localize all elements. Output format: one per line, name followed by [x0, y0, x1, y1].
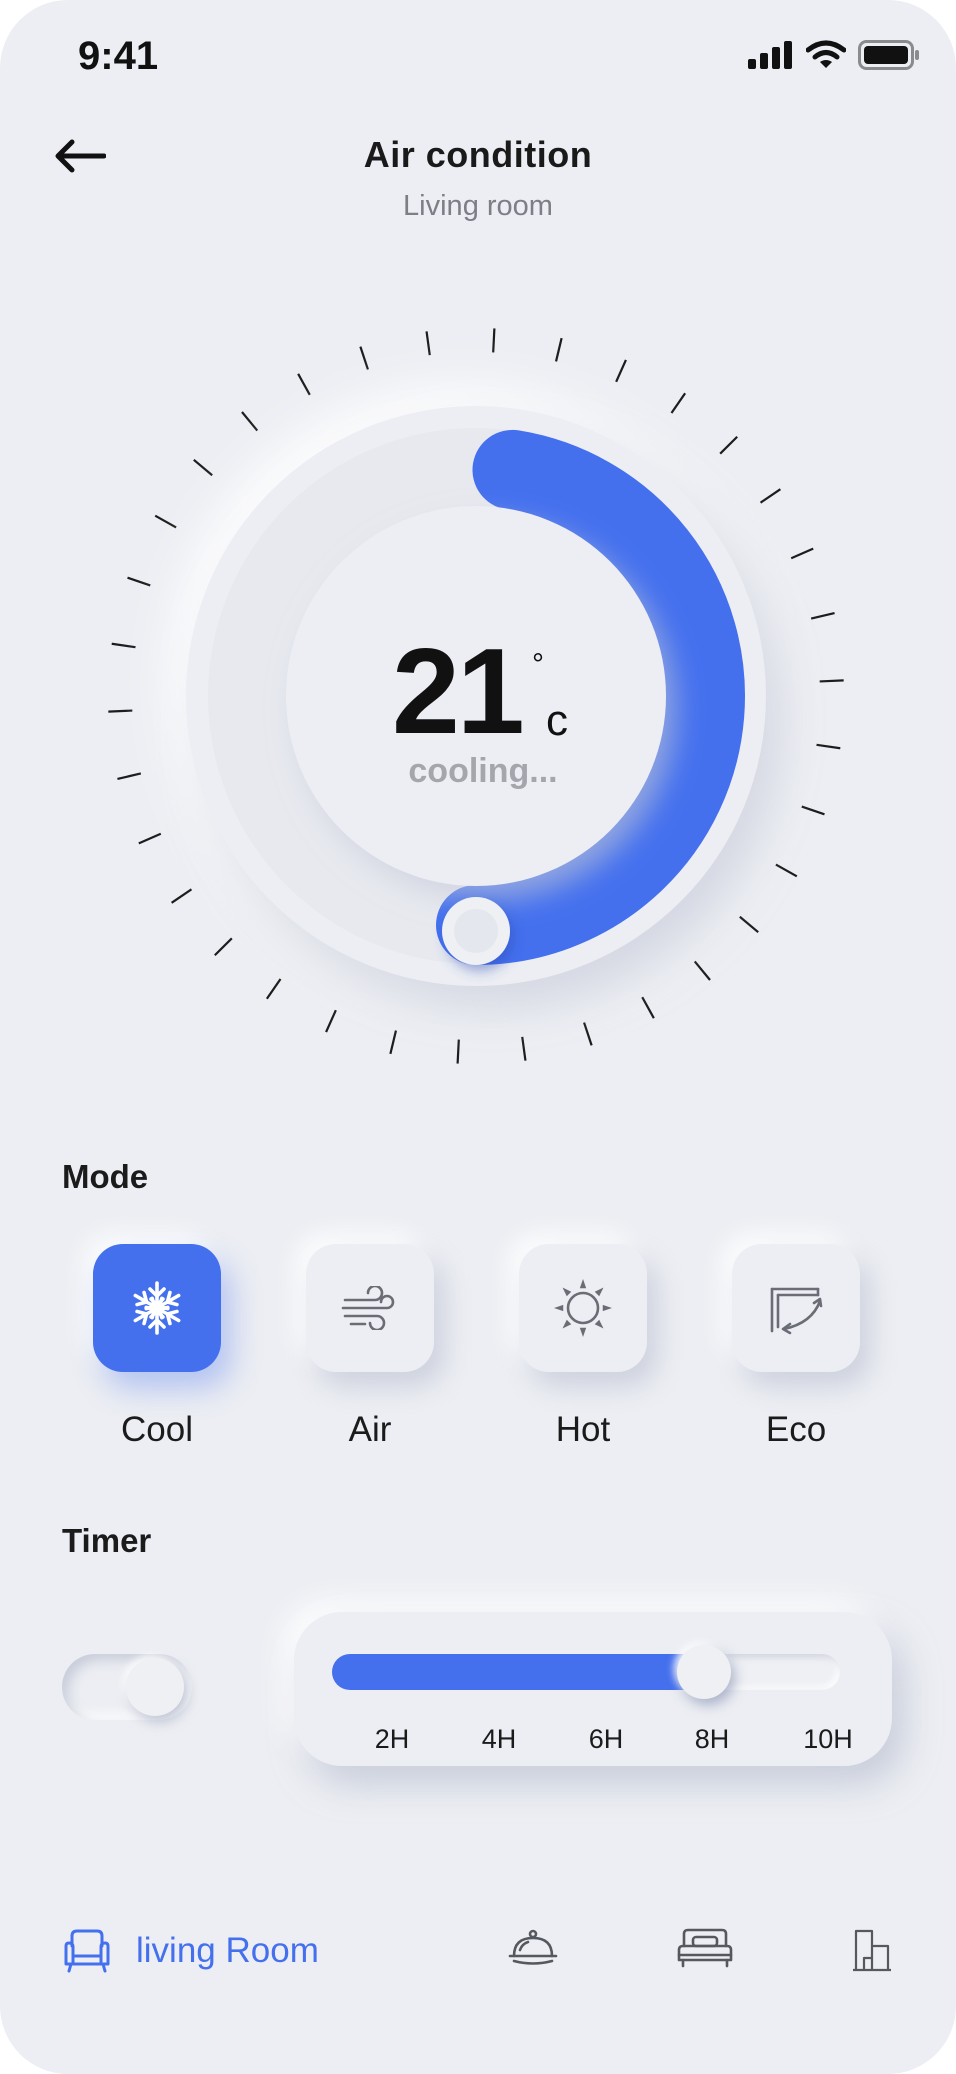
mode-eco-label: Eco	[765, 1410, 827, 1449]
mode-cool-button[interactable]	[93, 1244, 221, 1372]
bed-icon	[677, 1928, 733, 1968]
dial-tick	[265, 978, 282, 1000]
dial-tick	[719, 435, 738, 455]
dial-tick	[816, 743, 841, 750]
timer-toggle-knob[interactable]	[126, 1658, 184, 1716]
sun-ray	[602, 1304, 612, 1312]
dial-tick	[170, 888, 193, 904]
sun-ray	[562, 1319, 572, 1329]
timer-slider-track[interactable]	[332, 1645, 840, 1699]
mode-heading: Mode	[62, 1158, 149, 1195]
battery-icon	[858, 40, 919, 70]
nav-building[interactable]	[852, 1928, 892, 1972]
dial-tick	[810, 612, 835, 620]
timer-slider-thumb[interactable]	[677, 1645, 731, 1699]
timer-slider-card: 2H 4H 6H 8H 10H	[294, 1612, 892, 1766]
dial-tick	[739, 915, 759, 934]
dial-tick	[154, 514, 177, 529]
snowflake-icon	[130, 1281, 184, 1335]
temperature-unit: c	[546, 696, 568, 745]
building-icon	[853, 1929, 891, 1972]
dial-tick	[456, 1039, 460, 1064]
sun-ray	[594, 1319, 604, 1329]
dial-tick	[801, 805, 825, 816]
page-title: Air condition	[363, 134, 593, 175]
dial-tick	[641, 996, 655, 1019]
dial-tick	[425, 331, 431, 356]
timer-heading: Timer	[62, 1522, 152, 1559]
nav-kitchen[interactable]	[508, 1928, 558, 1968]
phone-screen: 9:41 Air condition Living room 21 ° c co…	[0, 0, 956, 2074]
dial-tick	[819, 679, 844, 683]
mode-eco[interactable]: Eco	[732, 1244, 860, 1450]
sun-ray	[562, 1287, 572, 1297]
dial-tick	[583, 1022, 593, 1046]
dial-tick	[492, 328, 496, 353]
dial-tick	[359, 346, 369, 370]
cloche-icon	[508, 1929, 558, 1965]
mode-cool[interactable]: Cool	[93, 1244, 221, 1450]
timer-slider-fill	[332, 1654, 724, 1690]
sun-icon	[554, 1279, 612, 1337]
page-subtitle: Living room	[403, 190, 553, 222]
timer-tick-6h[interactable]: 6H	[566, 1724, 646, 1755]
mode-hot-label: Hot	[555, 1410, 611, 1449]
timer-tick-4h[interactable]: 4H	[459, 1724, 539, 1755]
mode-air-label: Air	[348, 1410, 392, 1449]
wifi-icon	[806, 40, 846, 68]
degree-symbol: °	[532, 648, 544, 681]
timer-tick-2h[interactable]: 2H	[352, 1724, 432, 1755]
dial-tick	[389, 1030, 398, 1055]
dial-tick	[193, 458, 213, 477]
timer-tick-10h[interactable]: 10H	[788, 1724, 868, 1755]
sun-ray	[579, 1327, 587, 1337]
status-time: 9:41	[78, 34, 159, 78]
dial-tick	[241, 411, 259, 432]
mode-cool-label: Cool	[121, 1410, 193, 1449]
mode-air[interactable]: Air	[306, 1244, 434, 1450]
nav-living-room[interactable]: living Room	[62, 1928, 319, 1974]
dial-tick	[108, 709, 133, 713]
dial-tick	[554, 337, 563, 362]
status-icons	[748, 40, 920, 70]
dial-tick	[214, 937, 233, 957]
dial-tick	[111, 642, 136, 649]
wind-icon	[341, 1286, 395, 1330]
dial-tick	[693, 960, 711, 981]
nav-living-room-label: living Room	[136, 1931, 319, 1970]
dial-tick	[138, 832, 162, 845]
mode-eco-button[interactable]	[732, 1244, 860, 1372]
sun-ray	[594, 1287, 604, 1297]
temperature-status: cooling...	[408, 752, 558, 790]
temperature-value: 21	[392, 623, 525, 759]
timer-tick-8h[interactable]: 8H	[672, 1724, 752, 1755]
dial-tick	[790, 547, 814, 560]
mode-air-button[interactable]	[306, 1244, 434, 1372]
dial-tick	[670, 392, 687, 414]
dial-tick	[615, 359, 627, 383]
eco-icon	[770, 1287, 823, 1335]
armchair-icon	[64, 1929, 110, 1973]
dial-tick	[759, 488, 782, 504]
dial-tick	[325, 1009, 337, 1033]
dial-tick	[127, 576, 151, 587]
dial-tick	[521, 1036, 527, 1061]
dial-knob[interactable]	[442, 897, 510, 965]
sun-ray	[579, 1279, 587, 1289]
timer-toggle[interactable]	[62, 1654, 192, 1720]
sun-ray	[554, 1304, 564, 1312]
mode-hot[interactable]: Hot	[519, 1244, 647, 1450]
dial-tick	[775, 863, 798, 878]
dial-tick	[297, 373, 311, 396]
mode-hot-button[interactable]	[519, 1244, 647, 1372]
nav-bedroom[interactable]	[676, 1928, 734, 1968]
signal-icon	[748, 41, 792, 69]
